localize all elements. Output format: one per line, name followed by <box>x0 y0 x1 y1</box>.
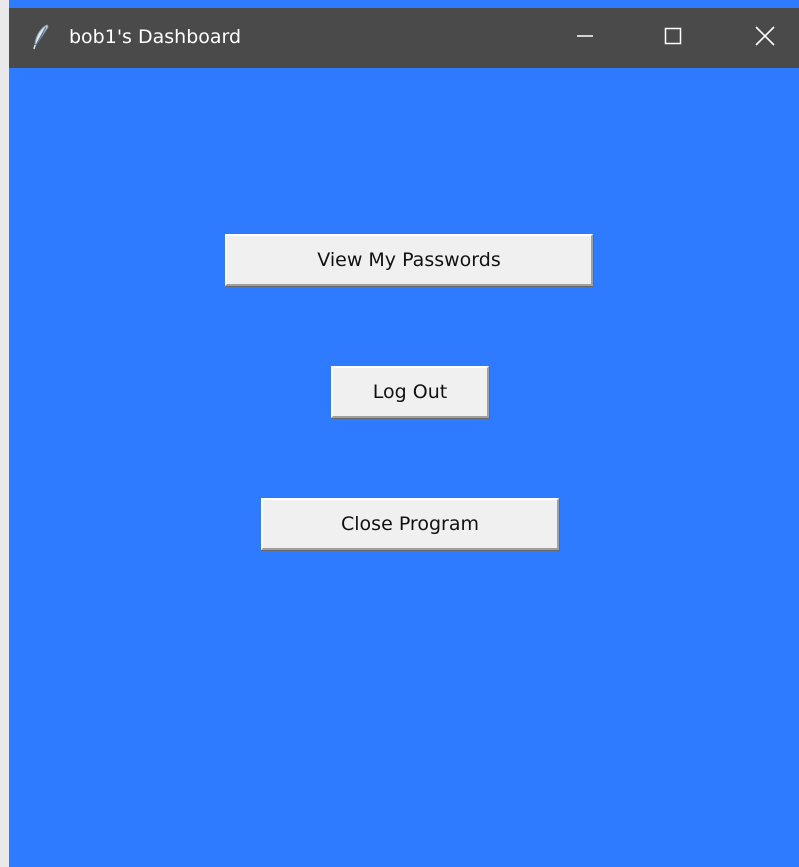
app-window: bob1's Dashboard View My Passwords Log O… <box>0 0 799 867</box>
close-icon <box>754 25 776 51</box>
log-out-button[interactable]: Log Out <box>331 366 489 418</box>
feather-icon <box>31 24 51 50</box>
window-title: bob1's Dashboard <box>69 26 242 48</box>
minimize-icon <box>575 26 595 50</box>
title-bar[interactable]: bob1's Dashboard <box>9 8 799 68</box>
view-passwords-button[interactable]: View My Passwords <box>225 234 593 286</box>
maximize-button[interactable] <box>643 8 703 68</box>
close-program-button[interactable]: Close Program <box>261 498 559 550</box>
maximize-icon <box>663 26 683 50</box>
dashboard-panel: View My Passwords Log Out Close Program <box>9 68 799 867</box>
close-window-button[interactable] <box>735 8 795 68</box>
minimize-button[interactable] <box>555 8 615 68</box>
